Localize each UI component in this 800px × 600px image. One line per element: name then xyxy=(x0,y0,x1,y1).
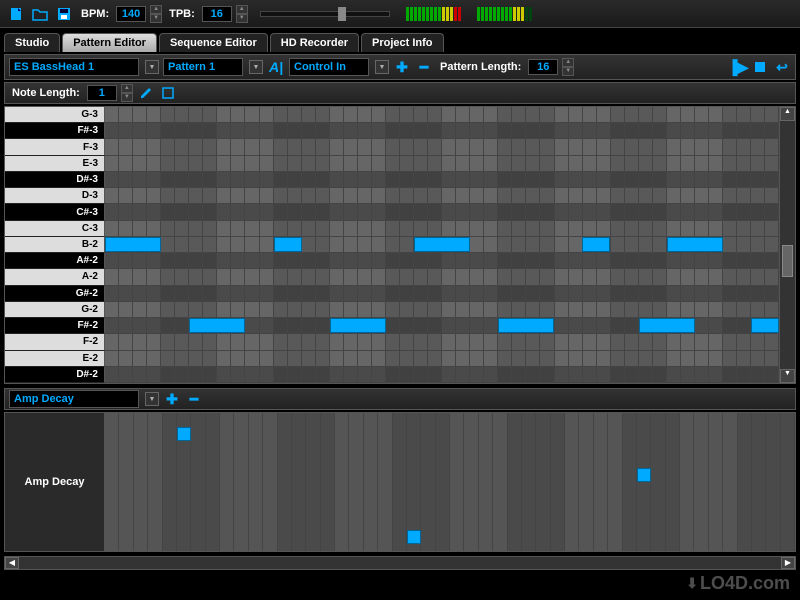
remove-automation-button[interactable]: ━ xyxy=(185,390,203,408)
piano-roll: G-3F#-3F-3E-3D#-3D-3C#-3C-3B-2A#-2A-2G#-… xyxy=(4,106,796,384)
note-key-label[interactable]: G-3 xyxy=(5,107,105,123)
notelen-spinner[interactable]: ▲▼ xyxy=(121,84,133,102)
automation-point[interactable] xyxy=(407,530,421,544)
tab-studio[interactable]: Studio xyxy=(4,33,60,52)
instrument-dropdown[interactable]: ES BassHead 1 xyxy=(9,58,139,76)
scroll-left-icon[interactable]: ◀ xyxy=(5,557,19,569)
note-key-label[interactable]: A#-2 xyxy=(5,253,105,269)
control-dropdown[interactable]: Control In xyxy=(289,58,369,76)
note-key-label[interactable]: A-2 xyxy=(5,269,105,285)
dropdown-arrow-icon[interactable]: ▼ xyxy=(145,60,159,74)
scroll-right-icon[interactable]: ▶ xyxy=(781,557,795,569)
watermark-text: LO4D.com xyxy=(700,573,790,594)
tab-project-info[interactable]: Project Info xyxy=(361,33,444,52)
pattern-dropdown[interactable]: Pattern 1 xyxy=(163,58,243,76)
vertical-scrollbar[interactable]: ▲ ▼ xyxy=(779,107,795,383)
note-key-label[interactable]: F-2 xyxy=(5,334,105,350)
tpb-label: TPB: xyxy=(166,8,198,20)
note-key-label[interactable]: F#-3 xyxy=(5,123,105,139)
scroll-track[interactable] xyxy=(19,557,781,569)
rename-icon[interactable]: A| xyxy=(267,58,285,76)
tpb-spinner[interactable]: ▲▼ xyxy=(236,5,248,23)
add-button[interactable]: ✚ xyxy=(393,58,411,76)
note-block[interactable] xyxy=(189,318,245,333)
note-block[interactable] xyxy=(414,237,470,252)
play-start-icon[interactable]: ▐▶ xyxy=(729,58,747,76)
loop-icon[interactable]: ↩ xyxy=(773,58,791,76)
tab-pattern-editor[interactable]: Pattern Editor xyxy=(62,33,157,52)
watermark: ⬇LO4D.com xyxy=(686,573,790,594)
automation-panel: Amp Decay xyxy=(4,412,796,552)
note-grid[interactable] xyxy=(105,107,779,383)
tpb-value[interactable]: 16 xyxy=(202,6,232,22)
note-length-label: Note Length: xyxy=(9,87,83,99)
note-block[interactable] xyxy=(667,237,723,252)
dropdown-arrow-icon[interactable]: ▼ xyxy=(145,392,159,406)
note-block[interactable] xyxy=(751,318,779,333)
automation-point[interactable] xyxy=(637,468,651,482)
top-toolbar: BPM: 140 ▲▼ TPB: 16 ▲▼ xyxy=(0,0,800,28)
note-length-toolbar: Note Length: 1 ▲▼ xyxy=(4,82,796,104)
dropdown-arrow-icon[interactable]: ▼ xyxy=(375,60,389,74)
note-block[interactable] xyxy=(498,318,554,333)
automation-grid[interactable] xyxy=(105,413,795,551)
remove-button[interactable]: ━ xyxy=(415,58,433,76)
note-block[interactable] xyxy=(274,237,302,252)
select-tool-icon[interactable] xyxy=(159,84,177,102)
tab-bar: StudioPattern EditorSequence EditorHD Re… xyxy=(0,28,800,52)
note-key-label[interactable]: C#-3 xyxy=(5,204,105,220)
scroll-up-icon[interactable]: ▲ xyxy=(780,107,795,121)
scroll-down-icon[interactable]: ▼ xyxy=(780,369,795,383)
note-key-label[interactable]: F-3 xyxy=(5,139,105,155)
note-key-label[interactable]: G#-2 xyxy=(5,286,105,302)
download-arrow-icon: ⬇ xyxy=(686,575,698,592)
add-automation-button[interactable]: ✚ xyxy=(163,390,181,408)
bpm-label: BPM: xyxy=(78,8,112,20)
pattern-length-value[interactable]: 16 xyxy=(528,59,558,75)
note-key-label[interactable]: C-3 xyxy=(5,221,105,237)
stop-icon[interactable] xyxy=(751,58,769,76)
new-file-icon[interactable] xyxy=(6,4,26,24)
open-file-icon[interactable] xyxy=(30,4,50,24)
instrument-value: ES BassHead 1 xyxy=(14,61,94,73)
pattern-length-label: Pattern Length: xyxy=(437,61,524,73)
note-key-label[interactable]: D#-3 xyxy=(5,172,105,188)
note-key-label[interactable]: E-3 xyxy=(5,156,105,172)
note-key-label[interactable]: E-2 xyxy=(5,351,105,367)
pencil-tool-icon[interactable] xyxy=(137,84,155,102)
note-key-label[interactable]: F#-2 xyxy=(5,318,105,334)
note-key-label[interactable]: G-2 xyxy=(5,302,105,318)
horizontal-scrollbar[interactable]: ◀ ▶ xyxy=(4,556,796,570)
pattern-value: Pattern 1 xyxy=(168,61,215,73)
level-meter-left xyxy=(406,7,461,21)
scroll-thumb[interactable] xyxy=(780,121,795,369)
automation-toolbar: Amp Decay ▼ ✚ ━ xyxy=(4,388,796,410)
length-spinner[interactable]: ▲▼ xyxy=(562,58,574,76)
automation-dropdown[interactable]: Amp Decay xyxy=(9,390,139,408)
note-labels: G-3F#-3F-3E-3D#-3D-3C#-3C-3B-2A#-2A-2G#-… xyxy=(5,107,105,383)
control-value: Control In xyxy=(294,61,346,73)
pattern-toolbar: ES BassHead 1 ▼ Pattern 1 ▼ A| Control I… xyxy=(4,54,796,80)
tab-hd-recorder[interactable]: HD Recorder xyxy=(270,33,359,52)
note-key-label[interactable]: B-2 xyxy=(5,237,105,253)
note-block[interactable] xyxy=(330,318,386,333)
automation-dropdown-value: Amp Decay xyxy=(14,393,74,405)
note-length-value[interactable]: 1 xyxy=(87,85,117,101)
slider-thumb[interactable] xyxy=(338,7,346,21)
tab-sequence-editor[interactable]: Sequence Editor xyxy=(159,33,268,52)
bpm-value[interactable]: 140 xyxy=(116,6,146,22)
note-block[interactable] xyxy=(639,318,695,333)
automation-point[interactable] xyxy=(177,427,191,441)
volume-slider[interactable] xyxy=(260,11,390,17)
dropdown-arrow-icon[interactable]: ▼ xyxy=(249,60,263,74)
note-block[interactable] xyxy=(582,237,610,252)
automation-lane-label: Amp Decay xyxy=(5,413,105,551)
level-meter-right xyxy=(477,7,532,21)
note-block[interactable] xyxy=(105,237,161,252)
note-key-label[interactable]: D-3 xyxy=(5,188,105,204)
note-key-label[interactable]: D#-2 xyxy=(5,367,105,383)
bpm-spinner[interactable]: ▲▼ xyxy=(150,5,162,23)
save-icon[interactable] xyxy=(54,4,74,24)
